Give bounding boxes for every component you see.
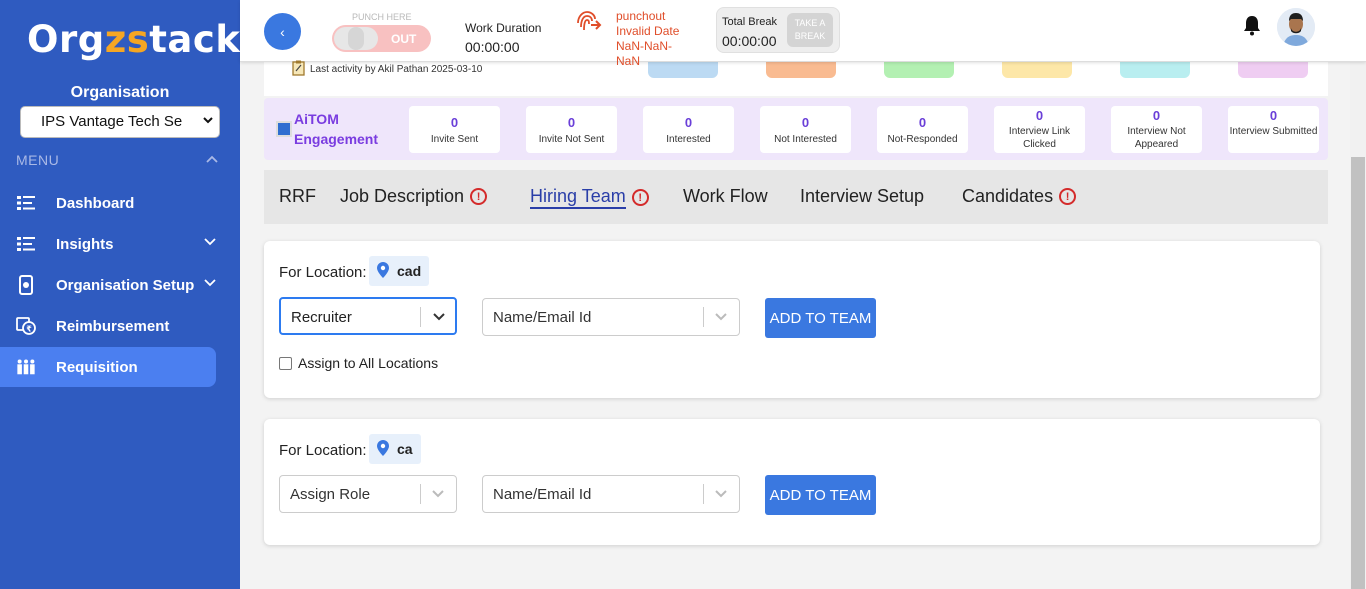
people-icon xyxy=(16,357,36,377)
fingerprint-icon xyxy=(574,9,602,40)
back-button[interactable]: ‹ xyxy=(264,13,301,50)
list-icon xyxy=(16,193,36,213)
punch-status: punchout Invalid Date NaN-NaN- NaN xyxy=(616,9,680,68)
sidebar-item-label: Dashboard xyxy=(56,194,135,212)
status-card xyxy=(1238,62,1308,78)
sidebar-item-reimbursement[interactable]: ₹ Reimbursement xyxy=(0,306,216,346)
sidebar-item-label: Requisition xyxy=(56,358,138,376)
location-chip: cad xyxy=(369,256,430,286)
svg-text:₹: ₹ xyxy=(26,325,32,334)
toggle-knob xyxy=(334,27,378,50)
sidebar: Orgzstack Organisation IPS Vantage Tech … xyxy=(0,0,240,589)
tab-work-flow[interactable]: Work Flow xyxy=(683,186,768,207)
menu-label: MENU xyxy=(16,152,60,168)
chevron-down-icon xyxy=(204,277,216,291)
tab-rrf[interactable]: RRF xyxy=(279,186,316,207)
tab-candidates[interactable]: Candidates! xyxy=(962,186,1077,207)
location-card: For Location: cad Recruiter Name/Email I… xyxy=(264,241,1320,398)
stat-invite-sent[interactable]: 0 Invite Sent xyxy=(409,106,500,153)
chevron-down-icon xyxy=(430,485,446,505)
stat-invite-not-sent[interactable]: 0 Invite Not Sent xyxy=(526,106,617,153)
chevron-down-icon xyxy=(431,308,447,328)
chevron-down-icon xyxy=(204,236,216,250)
requisition-tabs: RRF Job Description! Hiring Team! Work F… xyxy=(264,170,1328,224)
organisation-select[interactable]: IPS Vantage Tech Se xyxy=(20,106,220,138)
list-icon xyxy=(16,234,36,254)
location-chip: ca xyxy=(369,434,421,464)
for-location-label: For Location: xyxy=(279,442,367,459)
avatar[interactable] xyxy=(1277,8,1315,46)
sidebar-item-organisation-setup[interactable]: Organisation Setup xyxy=(0,265,216,305)
chevron-down-icon xyxy=(713,485,729,505)
location-card: For Location: ca Assign Role Name/Email … xyxy=(264,419,1320,545)
tab-hiring-team[interactable]: Hiring Team! xyxy=(530,186,649,209)
stat-not-interested[interactable]: 0 Not Interested xyxy=(760,106,851,153)
app-logo: Orgzstack xyxy=(27,18,241,61)
total-break-value: 00:00:00 xyxy=(722,33,777,49)
status-card xyxy=(884,62,954,78)
sidebar-item-label: Reimbursement xyxy=(56,317,170,335)
map-pin-icon xyxy=(377,261,389,281)
chevron-down-icon xyxy=(713,308,729,328)
add-to-team-button[interactable]: ADD TO TEAM xyxy=(765,298,876,338)
work-duration-value: 00:00:00 xyxy=(465,39,520,55)
status-card xyxy=(766,62,836,78)
engagement-title: AiTOM Engagement xyxy=(294,111,379,147)
phone-gear-icon xyxy=(16,275,36,295)
sidebar-item-label: Insights xyxy=(56,235,114,253)
take-break-button[interactable]: TAKE A BREAK xyxy=(787,13,833,47)
tab-job-description[interactable]: Job Description! xyxy=(340,186,488,207)
punch-toggle[interactable]: OUT xyxy=(332,25,431,52)
map-pin-icon xyxy=(377,439,389,459)
chevron-down-icon xyxy=(203,113,213,130)
stat-interview-link-clicked[interactable]: 0 Interview Link Clicked xyxy=(994,106,1085,153)
role-select[interactable]: Recruiter xyxy=(279,297,457,335)
warning-icon: ! xyxy=(631,189,649,206)
chevron-up-icon[interactable] xyxy=(206,152,218,167)
name-email-select[interactable]: Name/Email Id xyxy=(482,298,740,336)
chevron-left-icon: ‹ xyxy=(280,23,285,40)
last-activity: Last activity by Akil Pathan 2025-03-10 xyxy=(292,60,482,79)
stat-interested[interactable]: 0 Interested xyxy=(643,106,734,153)
organisation-label: Organisation xyxy=(70,84,170,101)
total-break-box: Total Break 00:00:00 TAKE A BREAK xyxy=(716,7,840,53)
punch-out-label: OUT xyxy=(391,32,417,46)
assign-all-locations[interactable]: Assign to All Locations xyxy=(279,355,438,371)
clipboard-icon xyxy=(292,60,305,79)
sidebar-item-requisition[interactable]: Requisition xyxy=(0,347,216,387)
add-to-team-button[interactable]: ADD TO TEAM xyxy=(765,475,876,515)
top-header: ‹ PUNCH HERE OUT Work Duration 00:00:00 … xyxy=(240,0,1366,68)
total-break-label: Total Break xyxy=(722,16,778,28)
warning-icon: ! xyxy=(470,188,488,205)
aitom-engagement-panel: AiTOM Engagement 0 Invite Sent 0 Invite No… xyxy=(264,98,1328,160)
status-card xyxy=(1120,62,1190,78)
role-select[interactable]: Assign Role xyxy=(279,475,457,513)
stat-not-responded[interactable]: 0 Not-Responded xyxy=(877,106,968,153)
name-email-select[interactable]: Name/Email Id xyxy=(482,475,740,513)
tab-interview-setup[interactable]: Interview Setup xyxy=(800,186,924,207)
sidebar-item-label: Organisation Setup xyxy=(56,276,195,294)
scrollbar-thumb[interactable] xyxy=(1351,157,1365,589)
for-location-label: For Location: xyxy=(279,264,367,281)
assign-all-checkbox[interactable] xyxy=(279,356,292,370)
reimbursement-icon: ₹ xyxy=(16,316,36,336)
punch-here-label: PUNCH HERE xyxy=(352,12,412,22)
work-duration-label: Work Duration xyxy=(465,21,542,35)
sidebar-item-dashboard[interactable]: Dashboard xyxy=(0,183,216,223)
refresh-icon[interactable] xyxy=(276,121,292,137)
status-card xyxy=(1002,62,1072,78)
bell-icon[interactable] xyxy=(1242,14,1262,41)
warning-icon: ! xyxy=(1059,188,1077,205)
stat-interview-not-appeared[interactable]: 0 Interview Not Appeared xyxy=(1111,106,1202,153)
sidebar-item-insights[interactable]: Insights xyxy=(0,224,216,264)
stat-interview-submitted[interactable]: 0 Interview Submitted xyxy=(1228,106,1319,153)
